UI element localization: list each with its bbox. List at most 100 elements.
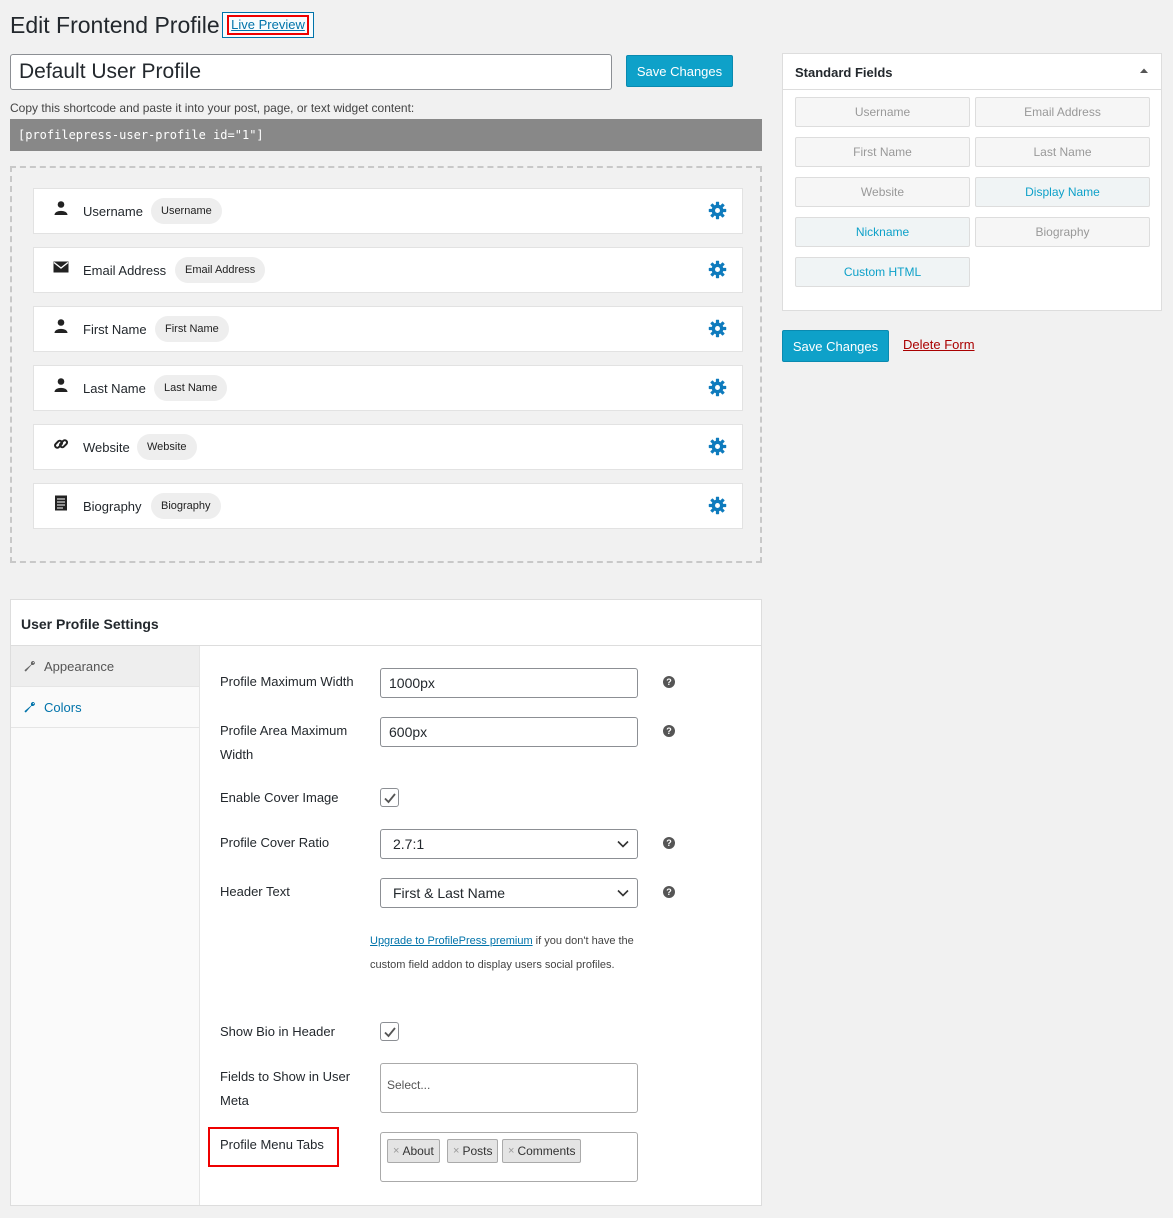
header-text-value: First & Last Name: [393, 885, 506, 901]
wrench-icon: [24, 660, 36, 672]
remove-icon[interactable]: ×: [453, 1145, 459, 1157]
help-icon[interactable]: ?: [663, 886, 675, 898]
gear-icon[interactable]: [708, 260, 727, 279]
field-tag: First Name: [155, 316, 229, 342]
live-preview-button[interactable]: Live Preview: [222, 12, 314, 38]
std-field-username[interactable]: Username: [795, 97, 970, 127]
field-label: Email Address: [83, 263, 167, 278]
upgrade-link[interactable]: Upgrade to ProfilePress premium: [370, 935, 533, 947]
menu-tabs-select[interactable]: × About × Posts × Comments: [380, 1132, 638, 1182]
field-label: Last Name: [83, 381, 146, 396]
user-meta-select[interactable]: Select...: [380, 1063, 638, 1113]
area-width-label: Profile Area Maximum Width: [220, 723, 348, 762]
shortcode-hint: Copy this shortcode and paste it into yo…: [10, 101, 415, 115]
field-label: First Name: [83, 322, 147, 337]
remove-icon[interactable]: ×: [508, 1145, 514, 1157]
builder-field-row[interactable]: Biography Biography: [33, 483, 743, 529]
header-text-select[interactable]: First & Last Name: [380, 878, 638, 908]
menu-tab-chip-label: Posts: [462, 1144, 493, 1158]
user-icon: [54, 319, 68, 333]
std-field-nickname[interactable]: Nickname: [795, 217, 970, 247]
menu-tab-chip[interactable]: × About: [387, 1139, 440, 1163]
std-field-display-name[interactable]: Display Name: [975, 177, 1150, 207]
chevron-down-icon: [617, 840, 629, 848]
save-changes-button[interactable]: Save Changes: [626, 55, 733, 87]
menu-tabs-label: Profile Menu Tabs: [220, 1137, 324, 1152]
menu-tab-chip[interactable]: × Comments: [502, 1139, 582, 1163]
menu-tab-chip[interactable]: × Posts: [447, 1139, 499, 1163]
gear-icon[interactable]: [708, 437, 727, 456]
cover-ratio-value: 2.7:1: [393, 836, 425, 852]
checkmark-icon: [384, 1027, 396, 1038]
tab-appearance[interactable]: Appearance: [11, 646, 199, 687]
field-tag: Website: [137, 434, 197, 460]
field-tag: Email Address: [175, 257, 266, 283]
page-title: Edit Frontend Profile: [10, 12, 220, 38]
menu-tab-chip-label: Comments: [517, 1144, 576, 1158]
builder-field-row[interactable]: First Name First Name: [33, 306, 743, 352]
wrench-icon: [24, 701, 36, 713]
user-icon: [54, 378, 68, 392]
field-tag: Username: [151, 198, 222, 224]
save-changes-side-button[interactable]: Save Changes: [782, 330, 889, 362]
checkmark-icon: [384, 793, 396, 804]
help-icon[interactable]: ?: [663, 837, 675, 849]
collapse-arrow-icon[interactable]: [1139, 66, 1149, 76]
show-bio-label: Show Bio in Header: [220, 1024, 335, 1039]
builder-field-row[interactable]: Username Username: [33, 188, 743, 234]
cover-image-label: Enable Cover Image: [220, 790, 339, 805]
delete-form-link[interactable]: Delete Form: [903, 337, 975, 352]
chevron-down-icon: [617, 889, 629, 897]
user-meta-label: Fields to Show in User Meta: [220, 1069, 351, 1108]
max-width-input[interactable]: 1000px: [380, 668, 638, 698]
field-tag: Last Name: [154, 375, 228, 401]
settings-nav: Appearance Colors: [11, 646, 200, 1205]
gear-icon[interactable]: [708, 319, 727, 338]
tab-colors[interactable]: Colors: [11, 687, 199, 728]
live-preview-label: Live Preview: [227, 15, 309, 35]
area-width-input[interactable]: 600px: [380, 717, 638, 747]
standard-fields-title: Standard Fields: [795, 65, 893, 80]
max-width-label: Profile Maximum Width: [220, 674, 354, 689]
shortcode-field[interactable]: [profilepress-user-profile id="1"]: [10, 119, 762, 151]
std-field-biography[interactable]: Biography: [975, 217, 1150, 247]
field-label: Website: [83, 440, 130, 455]
user-icon: [54, 201, 68, 215]
std-field-custom-html[interactable]: Custom HTML: [795, 257, 970, 287]
show-bio-checkbox[interactable]: [380, 1022, 399, 1041]
field-tag: Biography: [151, 493, 221, 519]
help-icon[interactable]: ?: [663, 676, 675, 688]
field-builder-area: Username Username Email Address Email Ad…: [10, 166, 762, 563]
std-field-last-name[interactable]: Last Name: [975, 137, 1150, 167]
tab-appearance-label: Appearance: [44, 658, 115, 674]
gear-icon[interactable]: [708, 378, 727, 397]
cover-ratio-select[interactable]: 2.7:1: [380, 829, 638, 859]
help-icon[interactable]: ?: [663, 725, 675, 737]
user-profile-settings-panel: User Profile Settings Appearance Colors …: [10, 599, 762, 1206]
std-field-website[interactable]: Website: [795, 177, 970, 207]
tab-colors-label: Colors: [44, 699, 82, 715]
link-icon: [54, 439, 69, 449]
envelope-icon: [53, 261, 69, 273]
settings-header: User Profile Settings: [11, 600, 761, 646]
cover-ratio-label: Profile Cover Ratio: [220, 835, 330, 850]
document-icon: [55, 495, 67, 511]
field-label: Username: [83, 204, 143, 219]
std-field-first-name[interactable]: First Name: [795, 137, 970, 167]
builder-field-row[interactable]: Last Name Last Name: [33, 365, 743, 411]
standard-fields-header[interactable]: Standard Fields: [783, 54, 1161, 90]
field-label: Biography: [83, 499, 142, 514]
remove-icon[interactable]: ×: [393, 1145, 399, 1157]
std-field-email-address[interactable]: Email Address: [975, 97, 1150, 127]
header-text-label: Header Text: [220, 884, 290, 899]
cover-image-checkbox[interactable]: [380, 788, 399, 807]
builder-field-row[interactable]: Email Address Email Address: [33, 247, 743, 293]
gear-icon[interactable]: [708, 201, 727, 220]
form-title-input[interactable]: Default User Profile: [10, 54, 612, 90]
builder-field-row[interactable]: Website Website: [33, 424, 743, 470]
gear-icon[interactable]: [708, 496, 727, 515]
upgrade-note: Upgrade to ProfilePress premium if you d…: [370, 929, 648, 977]
standard-fields-panel: Standard Fields Username Email Address F…: [782, 53, 1162, 311]
settings-title: User Profile Settings: [21, 616, 159, 632]
menu-tab-chip-label: About: [402, 1144, 434, 1158]
